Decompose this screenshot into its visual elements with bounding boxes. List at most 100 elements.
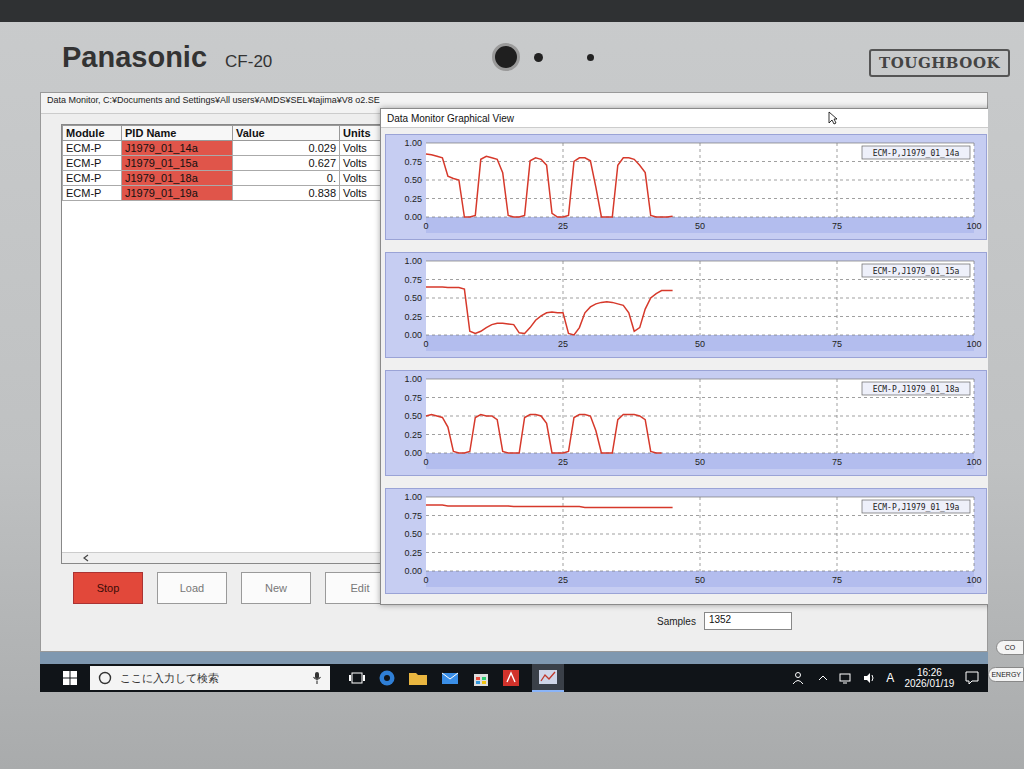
people-icon[interactable] <box>792 671 808 685</box>
grid-line <box>974 379 975 453</box>
brand: PanasonicCF-20 <box>62 41 492 74</box>
x-axis-band <box>426 571 974 587</box>
column-header[interactable]: PID Name <box>122 126 233 141</box>
chart-panel: 1.000.750.500.250.000255075100ECM-P,J197… <box>385 370 987 476</box>
mail-icon[interactable] <box>440 670 460 686</box>
legend-box <box>862 146 970 159</box>
scroll-left-icon[interactable] <box>82 554 90 562</box>
grid-line <box>837 261 838 335</box>
clock[interactable]: 16:262026/01/19 <box>904 667 954 690</box>
column-header[interactable]: Units <box>340 126 382 141</box>
graph-window-title-text: Data Monitor Graphical View <box>387 113 514 124</box>
acrobat-icon[interactable] <box>502 669 520 687</box>
chart-panel: 1.000.750.500.250.000255075100ECM-P,J197… <box>385 134 987 240</box>
task-view-icon[interactable] <box>348 670 366 686</box>
model-label: CF-20 <box>225 52 272 72</box>
x-tick-label: 75 <box>832 575 842 585</box>
series-line <box>426 287 673 335</box>
search-placeholder: ここに入力して検索 <box>120 671 219 686</box>
x-tick-label: 25 <box>558 457 568 467</box>
legend-label: ECM-P,J1979_01_15a <box>873 267 960 276</box>
legend-label: ECM-P,J1979_01_19a <box>873 503 960 512</box>
legend-box <box>862 500 970 513</box>
x-tick-label: 25 <box>558 575 568 585</box>
chart-frame <box>386 253 986 357</box>
value-cell: 0.029 <box>233 141 340 156</box>
series-line <box>426 505 673 507</box>
samples-row: Samples 1352 <box>657 612 967 630</box>
search-box[interactable]: ここに入力して検索 <box>90 666 330 690</box>
chevron-up-icon[interactable] <box>818 673 828 683</box>
chart-frame <box>386 371 986 475</box>
x-tick-label: 75 <box>832 221 842 231</box>
table-row[interactable]: ECM-PJ1979_01_18a0.Volts <box>63 171 382 186</box>
pid-table: ModulePID NameValueUnitsECM-PJ1979_01_14… <box>62 125 382 201</box>
edge-browser-icon[interactable] <box>378 669 396 687</box>
value-cell: 0.627 <box>233 156 340 171</box>
horizontal-scrollbar[interactable] <box>62 552 380 563</box>
pid-cell: J1979_01_19a <box>122 186 233 201</box>
folder-icon[interactable] <box>408 670 428 686</box>
system-tray: A 16:262026/01/19 <box>792 667 980 690</box>
x-tick-label: 100 <box>966 339 981 349</box>
x-tick-label: 25 <box>558 221 568 231</box>
y-tick-label: 0.50 <box>404 411 422 421</box>
x-tick-label: 100 <box>966 575 981 585</box>
speaker-icon[interactable] <box>862 671 876 685</box>
x-tick-label: 50 <box>695 575 705 585</box>
top-strip <box>0 0 1024 22</box>
samples-label: Samples <box>657 616 696 627</box>
toolbar-button[interactable]: New <box>241 572 311 604</box>
grid-line <box>563 379 564 453</box>
notification-icon[interactable] <box>964 670 980 686</box>
table-row[interactable]: ECM-PJ1979_01_15a0.627Volts <box>63 156 382 171</box>
intel-sticker: CO <box>996 640 1024 655</box>
camera-icon <box>492 43 520 71</box>
grid-line <box>700 379 701 453</box>
x-tick-label: 100 <box>966 457 981 467</box>
column-header[interactable]: Value <box>233 126 340 141</box>
energy-sticker: ENERGY <box>988 667 1024 682</box>
bezel-header: PanasonicCF-20TOUGHBOOK <box>0 22 1024 92</box>
ime-indicator[interactable]: A <box>886 671 894 685</box>
table-row[interactable]: ECM-PJ1979_01_14a0.029Volts <box>63 141 382 156</box>
clock-date: 2026/01/19 <box>904 678 954 690</box>
x-tick-label: 0 <box>423 221 428 231</box>
y-tick-label: 0.00 <box>404 448 422 458</box>
microphone-icon[interactable] <box>312 671 322 685</box>
store-icon[interactable] <box>472 669 490 687</box>
y-tick-label: 0.75 <box>404 157 422 167</box>
graph-window-title[interactable]: Data Monitor Graphical View <box>381 109 988 128</box>
legend-label: ECM-P,J1979_01_18a <box>873 385 960 394</box>
grid-line <box>974 497 975 571</box>
legend-label: ECM-P,J1979_01_14a <box>873 149 960 158</box>
units-cell: Volts <box>340 141 382 156</box>
x-tick-label: 50 <box>695 457 705 467</box>
network-icon[interactable] <box>838 671 852 685</box>
column-header[interactable]: Module <box>63 126 122 141</box>
grid-line <box>974 261 975 335</box>
screen-row: Data Monitor, C:¥Documents and Settings¥… <box>0 92 1024 692</box>
units-cell: Volts <box>340 171 382 186</box>
graphical-view-window[interactable]: Data Monitor Graphical View 1.00 0.75 0.50 0… <box>380 108 988 605</box>
y-tick-label: 1.00 <box>404 256 422 266</box>
active-app[interactable] <box>532 664 564 692</box>
camera <box>492 43 594 71</box>
grid-line <box>563 143 564 217</box>
legend-box <box>862 264 970 277</box>
samples-field: 1352 <box>704 612 792 630</box>
units-cell: Volts <box>340 156 382 171</box>
table-row[interactable]: ECM-PJ1979_01_19a0.838Volts <box>63 186 382 201</box>
desktop <box>40 652 988 664</box>
y-tick-label: 0.75 <box>404 511 422 521</box>
value-cell: 0. <box>233 171 340 186</box>
pid-cell: J1979_01_14a <box>122 141 233 156</box>
toolbar-button[interactable]: Stop <box>73 572 143 604</box>
toolbar-button[interactable]: Load <box>157 572 227 604</box>
x-tick-label: 100 <box>966 221 981 231</box>
windows-icon[interactable] <box>62 670 78 686</box>
grid-line <box>837 497 838 571</box>
grid-line <box>700 143 701 217</box>
screen: Data Monitor, C:¥Documents and Settings¥… <box>40 92 988 692</box>
y-tick-label: 1.00 <box>404 492 422 502</box>
